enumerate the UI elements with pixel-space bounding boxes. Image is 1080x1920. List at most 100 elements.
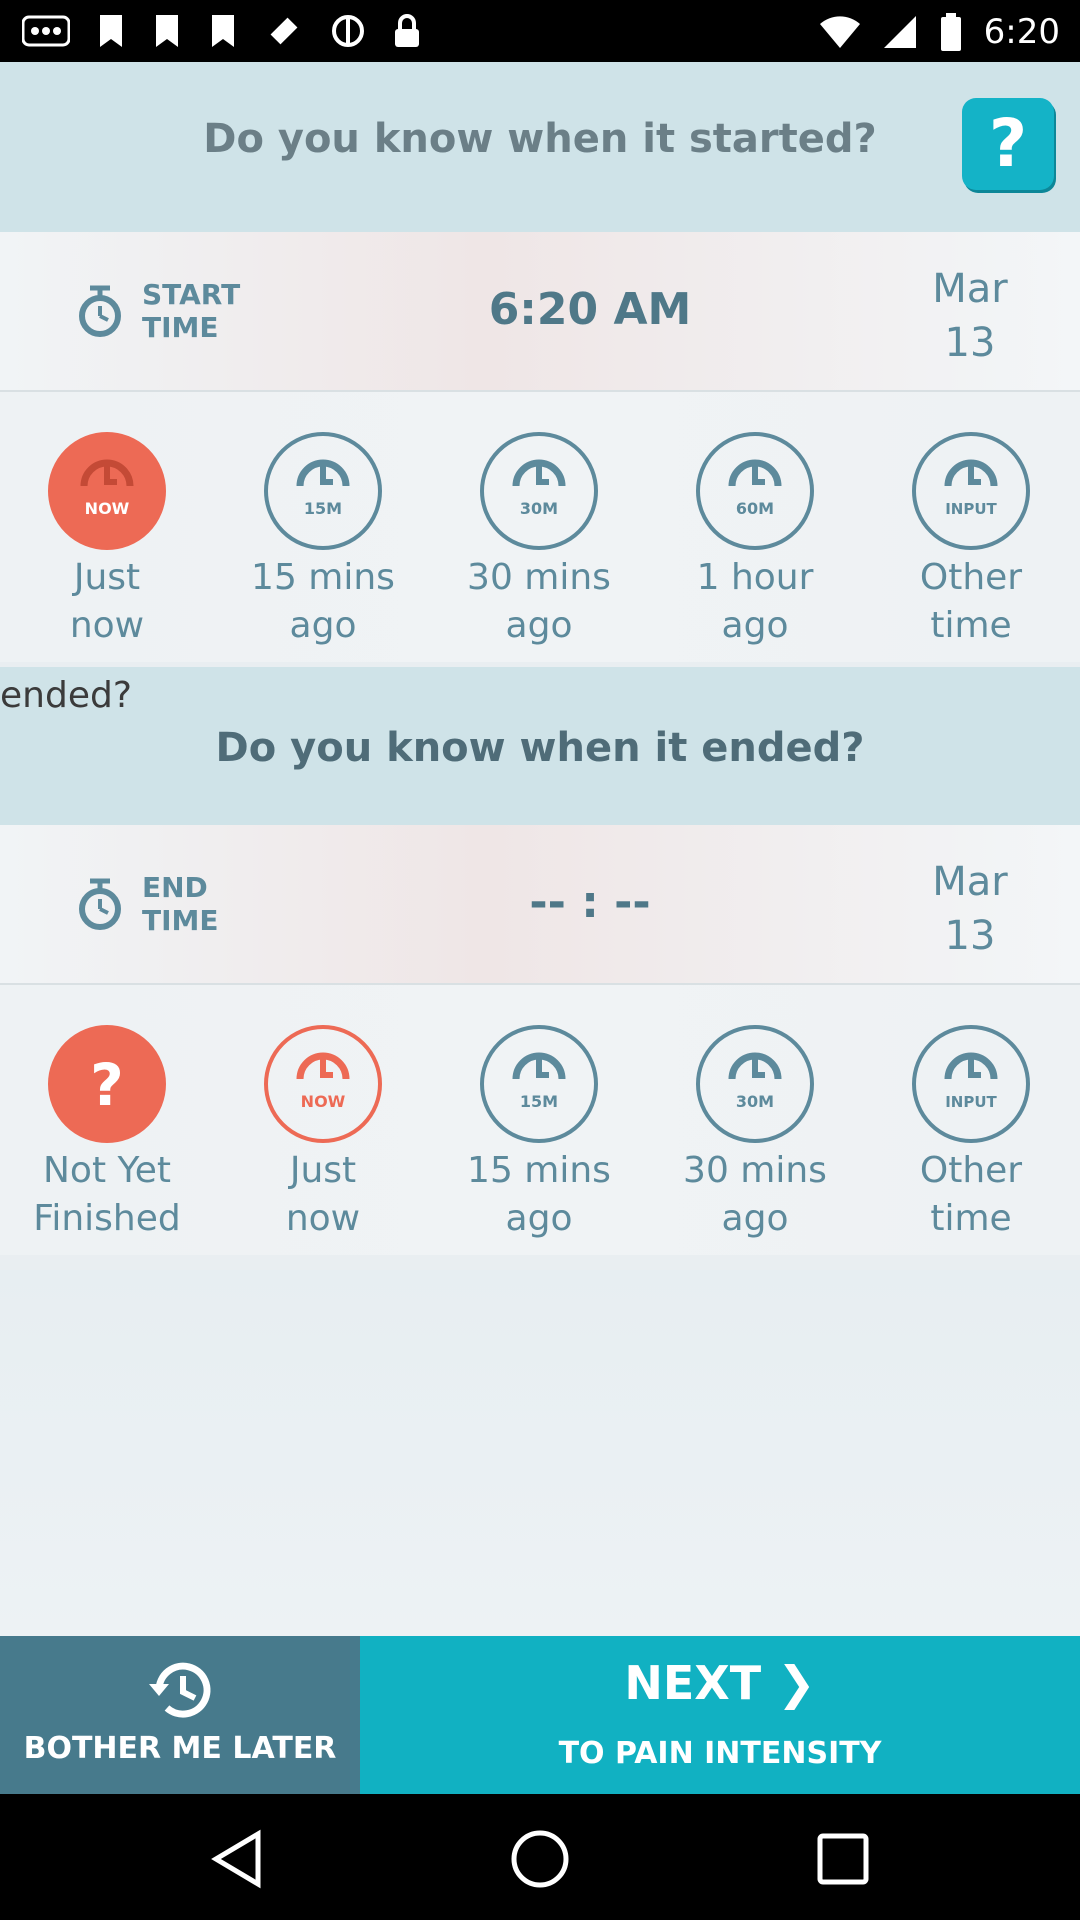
option-label: now — [69, 605, 145, 646]
signal-icon — [883, 16, 916, 48]
history-icon — [149, 1662, 211, 1718]
start-option-30m[interactable]: 30M 30 mins ago — [444, 432, 634, 650]
stopwatch-icon — [79, 878, 121, 930]
header: Do you know when it started? — [0, 62, 1080, 292]
end-time-label: END TIME — [142, 871, 219, 937]
book-icon — [212, 15, 234, 47]
option-label: 1 hour — [696, 557, 814, 598]
start-options: NOW Just now 15M 15 mins ago 30M 30 mins ag… — [0, 392, 1080, 662]
back-icon[interactable] — [202, 1824, 272, 1894]
end-option-15m[interactable]: 15M 15 mins ago — [444, 1025, 634, 1243]
svg-text:?: ? — [90, 1051, 124, 1119]
start-time-value[interactable]: 6:20 AM — [440, 284, 740, 335]
end-question-section: ended? Do you know when it ended? — [0, 667, 1080, 825]
home-icon[interactable] — [505, 1824, 575, 1894]
content-background — [0, 1270, 1080, 1636]
svg-text:15M: 15M — [520, 1092, 558, 1111]
start-option-input[interactable]: INPUT Other time — [876, 432, 1066, 650]
option-label: Not Yet — [43, 1150, 171, 1191]
status-time: 6:20 — [983, 12, 1060, 52]
option-label: 15 mins — [467, 1150, 611, 1191]
navigation-bar — [0, 1794, 1080, 1920]
next-button[interactable]: NEXT ❯ TO PAIN INTENSITY — [360, 1636, 1080, 1794]
option-label: now — [285, 1198, 361, 1239]
clock-15m-icon: 15M — [264, 432, 382, 550]
end-option-input[interactable]: INPUT Other time — [876, 1025, 1066, 1243]
option-label: time — [930, 1198, 1012, 1239]
option-label: ago — [721, 605, 789, 646]
next-sub-label: TO PAIN INTENSITY — [558, 1736, 882, 1771]
svg-text:INPUT: INPUT — [945, 500, 997, 518]
stopwatch-icon — [79, 285, 121, 337]
svg-text:30M: 30M — [736, 1092, 774, 1111]
svg-text:INPUT: INPUT — [945, 1093, 997, 1111]
bother-me-later-label: BOTHER ME LATER — [23, 1731, 337, 1766]
help-button[interactable]: ? — [962, 98, 1054, 190]
start-label-line2: TIME — [142, 311, 219, 344]
start-option-now[interactable]: NOW Just now — [12, 432, 202, 650]
end-date[interactable]: Mar 13 — [910, 855, 1030, 963]
start-option-15m[interactable]: 15M 15 mins ago — [228, 432, 418, 650]
end-option-not-yet[interactable]: ? Not Yet Finished — [12, 1025, 202, 1243]
option-label: time — [930, 605, 1012, 646]
option-label: ago — [505, 1198, 573, 1239]
start-time-row[interactable]: START TIME 6:20 AM Mar 13 — [0, 232, 1080, 392]
start-date[interactable]: Mar 13 — [910, 262, 1030, 370]
end-label-line2: TIME — [142, 904, 219, 937]
ghost-text: ended? — [0, 675, 132, 716]
option-label: ago — [721, 1198, 789, 1239]
next-label: NEXT ❯ — [624, 1656, 816, 1710]
satellite-icon — [270, 17, 298, 45]
battery-icon — [940, 13, 961, 51]
option-label: 30 mins — [683, 1150, 827, 1191]
more-dots-icon — [22, 15, 70, 47]
book-icon — [100, 15, 122, 47]
clock-60m-icon: 60M — [696, 432, 814, 550]
end-date-month: Mar — [932, 859, 1008, 905]
bother-me-later-button[interactable]: BOTHER ME LATER — [0, 1636, 360, 1794]
book-icon — [156, 15, 178, 47]
svg-text:60M: 60M — [736, 499, 774, 518]
end-option-30m[interactable]: 30M 30 mins ago — [660, 1025, 850, 1243]
start-date-month: Mar — [932, 266, 1008, 312]
start-label-line1: START — [142, 278, 241, 311]
end-time-row[interactable]: END TIME -- : -- Mar 13 — [0, 825, 1080, 985]
end-time-value[interactable]: -- : -- — [440, 877, 740, 928]
end-option-now[interactable]: NOW Just now — [228, 1025, 418, 1243]
svg-text:30M: 30M — [520, 499, 558, 518]
option-label: 15 mins — [251, 557, 395, 598]
end-options: ? Not Yet Finished NOW Just now 15M 15 min… — [0, 985, 1080, 1255]
circle-sync-icon — [332, 15, 364, 47]
clock-now-icon: NOW — [264, 1025, 382, 1143]
svg-text:15M: 15M — [304, 499, 342, 518]
recents-icon[interactable] — [808, 1824, 878, 1894]
option-label: 30 mins — [467, 557, 611, 598]
end-date-day: 13 — [944, 913, 996, 959]
clock-30m-icon: 30M — [696, 1025, 814, 1143]
option-label: Just — [73, 557, 141, 598]
start-date-day: 13 — [944, 320, 996, 366]
notification-icons — [22, 12, 422, 50]
clock-15m-icon: 15M — [480, 1025, 598, 1143]
end-label-line1: END — [142, 871, 208, 904]
start-time-label: START TIME — [142, 278, 240, 344]
svg-text:NOW: NOW — [301, 1092, 346, 1111]
lock-icon — [395, 14, 419, 47]
system-icons: 6:20 — [819, 12, 1060, 52]
clock-now-icon: NOW — [48, 432, 166, 550]
wifi-icon — [819, 16, 860, 48]
option-label: Just — [289, 1150, 357, 1191]
clock-input-icon: INPUT — [912, 1025, 1030, 1143]
chevron-right-icon: ❯ — [777, 1656, 816, 1710]
question-mark-icon: ? — [48, 1025, 166, 1143]
option-label: ago — [289, 605, 357, 646]
page-title: Do you know when it started? — [203, 116, 877, 162]
clock-30m-icon: 30M — [480, 432, 598, 550]
end-question-title: Do you know when it ended? — [215, 725, 865, 771]
status-bar: 6:20 — [0, 0, 1080, 62]
option-label: Other — [919, 1150, 1023, 1191]
option-label: ago — [505, 605, 573, 646]
start-option-60m[interactable]: 60M 1 hour ago — [660, 432, 850, 650]
option-label: Finished — [33, 1198, 181, 1239]
option-label: Other — [919, 557, 1023, 598]
